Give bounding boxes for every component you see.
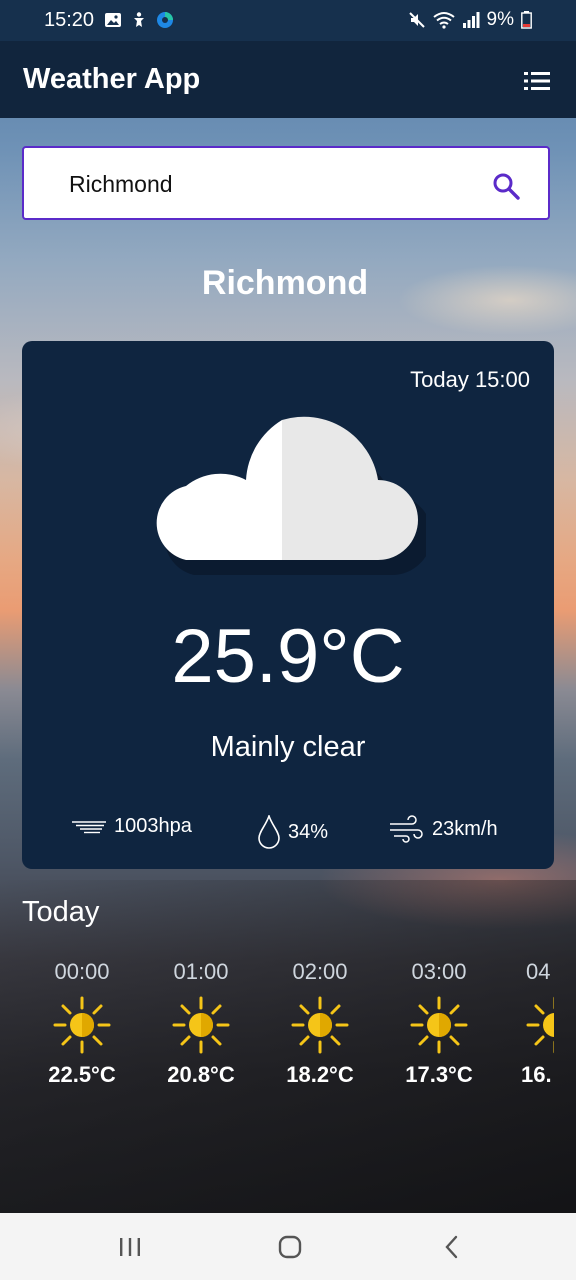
pressure-value: 1003hpa (114, 815, 192, 837)
hourly-temp: 18.2°C (286, 1062, 354, 1087)
wind-icon (390, 815, 423, 843)
sun-icon (53, 996, 111, 1054)
sun-icon (526, 996, 554, 1054)
humidity-stat: 34% (258, 815, 328, 849)
search-box (22, 146, 550, 220)
mute-icon (408, 12, 425, 28)
status-time: 15:20 (44, 9, 95, 31)
hourly-temp: 22.5°C (48, 1062, 116, 1087)
gallery-icon (105, 13, 121, 27)
hourly-temp: 16. (521, 1062, 552, 1087)
status-right-icons: 9% (408, 9, 532, 31)
hourly-item[interactable]: 00:00 22.5°C (22, 956, 142, 1088)
battery-percent: 9% (486, 9, 514, 30)
wifi-icon (432, 12, 455, 29)
hourly-item[interactable]: 01:00 20.8°C (141, 956, 261, 1088)
current-condition: Mainly clear (210, 731, 366, 763)
hourly-temp: 20.8°C (167, 1062, 235, 1087)
recent-apps-icon[interactable] (116, 1233, 144, 1261)
weather-stats: 1003hpa 34% 23km/h (22, 815, 554, 849)
accessibility-icon (134, 12, 144, 27)
pressure-icon (72, 820, 106, 833)
hourly-item[interactable]: 03:00 17.3°C (379, 956, 499, 1088)
droplet-icon (258, 815, 280, 849)
search-icon[interactable] (492, 172, 520, 200)
hourly-time: 03:00 (411, 959, 467, 984)
status-left-icons (104, 11, 174, 29)
hourly-temp: 17.3°C (405, 1062, 473, 1087)
current-weather-card: Today 15:00 25.9°C Mainly clear 1003hpa … (22, 341, 554, 869)
pressure-stat: 1003hpa (72, 815, 192, 838)
sun-icon (410, 996, 468, 1054)
hourly-item[interactable]: 02:00 18.2°C (260, 956, 380, 1088)
hourly-item[interactable]: 04 16. (500, 956, 554, 1088)
system-nav-bar (0, 1213, 576, 1280)
hourly-time: 01:00 (173, 959, 229, 984)
list-menu-icon[interactable] (524, 71, 550, 91)
sun-icon (291, 996, 349, 1054)
hourly-forecast-list[interactable]: 00:00 22.5°C 01:00 20.8°C 02:00 18.2°C 0… (22, 956, 554, 1096)
hourly-time: 04 (526, 959, 551, 984)
hourly-heading: Today (22, 896, 100, 928)
back-icon[interactable] (438, 1233, 466, 1261)
wind-stat: 23km/h (388, 815, 498, 843)
humidity-value: 34% (288, 820, 329, 843)
app-title: Weather App (23, 63, 201, 95)
wind-value: 23km/h (432, 817, 498, 840)
cloud-icon (156, 416, 426, 575)
hourly-time: 00:00 (54, 959, 110, 984)
current-timestamp: Today 15:00 (410, 367, 530, 392)
battery-icon (521, 11, 532, 29)
current-temperature: 25.9°C (171, 614, 405, 699)
app-bar: Weather App (0, 41, 576, 118)
hourly-time: 02:00 (292, 959, 348, 984)
signal-icon (462, 12, 480, 28)
search-input[interactable] (67, 164, 481, 204)
status-bar: 15:20 9% (0, 0, 576, 41)
home-icon[interactable] (276, 1233, 304, 1261)
app-notification-icon (157, 12, 173, 28)
sun-icon (172, 996, 230, 1054)
city-name: Richmond (201, 264, 369, 302)
